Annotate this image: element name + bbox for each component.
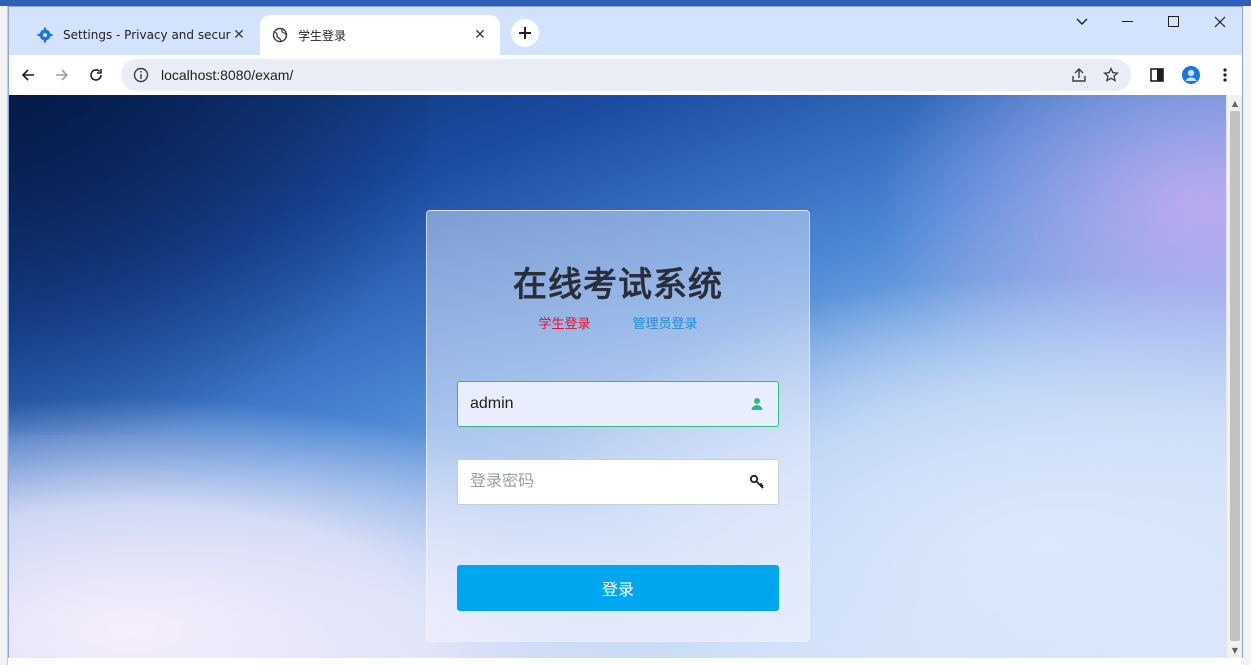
globe-icon xyxy=(272,27,288,43)
username-input[interactable] xyxy=(470,395,748,413)
reload-button[interactable] xyxy=(82,61,110,89)
tab-student-login[interactable]: 学生登录 ✕ xyxy=(260,15,500,55)
more-vert-icon xyxy=(1223,68,1227,82)
gear-icon xyxy=(37,27,53,43)
login-button[interactable]: 登录 xyxy=(457,565,779,611)
close-window-button[interactable] xyxy=(1197,7,1243,37)
user-icon xyxy=(748,395,766,413)
side-panel-button[interactable] xyxy=(1143,61,1171,89)
minimize-button[interactable] xyxy=(1105,7,1151,37)
back-button[interactable] xyxy=(14,61,42,89)
password-field[interactable] xyxy=(457,459,779,505)
profile-button[interactable] xyxy=(1177,61,1205,89)
student-login-tab[interactable]: 学生登录 xyxy=(538,313,590,332)
menu-button[interactable] xyxy=(1211,61,1239,89)
scroll-down-icon[interactable]: ▼ xyxy=(1227,642,1243,658)
page-viewport: 在线考试系统 学生登录 管理员登录 登录 xyxy=(9,95,1228,658)
role-tabs: 学生登录 管理员登录 xyxy=(427,313,809,332)
username-field[interactable] xyxy=(457,381,779,427)
reload-icon xyxy=(90,69,102,81)
maximize-button[interactable] xyxy=(1151,7,1197,37)
tab-title: Settings - Privacy and security xyxy=(63,28,231,42)
login-card: 在线考试系统 学生登录 管理员登录 登录 xyxy=(426,210,810,642)
star-icon xyxy=(1103,67,1119,82)
tab-search-button[interactable] xyxy=(1059,7,1105,37)
key-icon xyxy=(748,473,766,491)
bookmark-button[interactable] xyxy=(1097,65,1125,85)
back-arrow-icon xyxy=(21,69,34,81)
plus-icon xyxy=(519,27,531,39)
scroll-thumb[interactable] xyxy=(1230,111,1240,641)
avatar-icon xyxy=(1182,66,1200,84)
scroll-up-icon[interactable]: ▲ xyxy=(1227,95,1243,111)
forward-button[interactable] xyxy=(48,61,76,89)
side-panel-icon xyxy=(1150,68,1164,82)
tab-title: 学生登录 xyxy=(298,28,347,43)
new-tab-button[interactable] xyxy=(511,19,539,47)
info-icon xyxy=(133,67,149,83)
maximize-icon xyxy=(1168,16,1179,27)
close-icon[interactable]: ✕ xyxy=(231,27,247,43)
background-window-left xyxy=(0,6,8,665)
page-scrollbar[interactable]: ▲ ▼ xyxy=(1226,95,1242,658)
password-input[interactable] xyxy=(470,473,748,491)
forward-arrow-icon xyxy=(56,69,69,81)
admin-login-tab[interactable]: 管理员登录 xyxy=(633,313,698,332)
share-button[interactable] xyxy=(1065,65,1093,85)
close-icon[interactable]: ✕ xyxy=(472,27,488,43)
browser-window: Settings - Privacy and security ✕ 学生登录 ✕ xyxy=(8,6,1243,658)
background-window-right xyxy=(1243,6,1251,665)
minimize-icon xyxy=(1122,21,1133,22)
close-icon xyxy=(1214,16,1226,28)
browser-toolbar: localhost:8080/exam/ xyxy=(9,55,1242,95)
share-icon xyxy=(1072,68,1086,82)
tab-settings[interactable]: Settings - Privacy and security ✕ xyxy=(25,15,259,55)
page-title: 在线考试系统 xyxy=(513,265,723,305)
tab-strip: Settings - Privacy and security ✕ 学生登录 ✕ xyxy=(9,7,1242,55)
url-text: localhost:8080/exam/ xyxy=(161,67,294,83)
chevron-down-icon xyxy=(1076,18,1088,25)
address-bar[interactable]: localhost:8080/exam/ xyxy=(121,59,1131,91)
